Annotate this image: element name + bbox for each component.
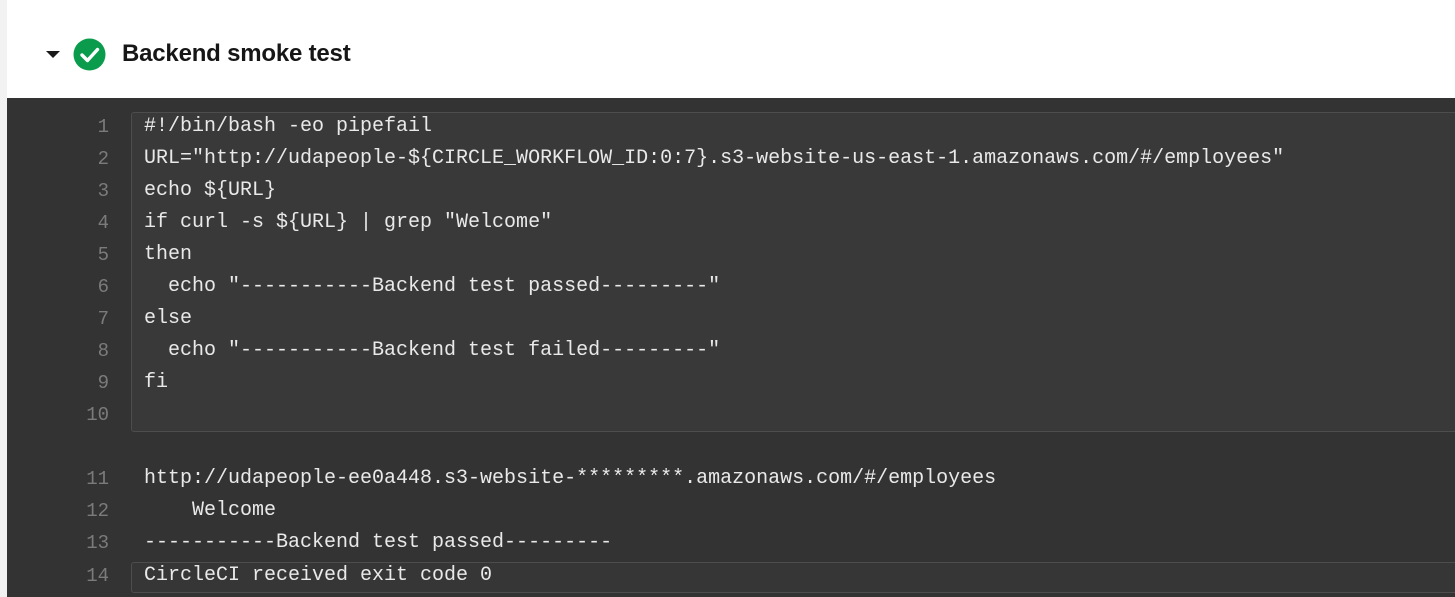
line-number: 14 [86,565,109,587]
output-line: 11 http://udapeople-ee0a448.s3-website-*… [7,463,1455,495]
caret-down-icon[interactable] [39,42,67,66]
output-line: 12 Welcome [7,495,1455,527]
code-line: 8 echo "-----------Backend test failed--… [7,335,1455,367]
code-line: 9 fi [7,367,1455,399]
step-header[interactable]: Backend smoke test [7,0,1455,98]
line-text: echo ${URL} [144,179,277,202]
line-text: echo "-----------Backend test failed----… [144,339,721,362]
terminal-output: 1 #!/bin/bash -eo pipefail 2 URL="http:/… [7,98,1455,597]
line-text: #!/bin/bash -eo pipefail [144,115,433,138]
line-number: 8 [97,340,109,362]
line-number: 9 [97,372,109,394]
line-number: 3 [97,180,109,202]
line-text: echo "-----------Backend test passed----… [144,275,721,298]
output-line: 14 CircleCI received exit code 0 [7,560,1455,592]
output-line: 13 -----------Backend test passed-------… [7,527,1455,559]
line-text: CircleCI received exit code 0 [144,564,493,587]
code-line: 5 then [7,239,1455,271]
left-gutter [0,0,7,597]
code-line: 2 URL="http://udapeople-${CIRCLE_WORKFLO… [7,143,1455,175]
line-text: Welcome [144,499,277,522]
line-text: fi [144,371,169,394]
check-circle-icon [73,38,106,71]
code-line: 10 [7,399,1455,431]
line-number: 5 [97,244,109,266]
line-text: -----------Backend test passed--------- [144,531,613,554]
line-number: 4 [97,212,109,234]
line-number: 1 [97,116,109,138]
line-number: 12 [86,500,109,522]
step-title: Backend smoke test [122,40,351,67]
line-number: 6 [97,276,109,298]
line-number: 11 [86,468,109,490]
line-text: if curl -s ${URL} | grep "Welcome" [144,211,553,234]
line-number: 13 [86,532,109,554]
line-text: http://udapeople-ee0a448.s3-website-****… [144,467,997,490]
line-number: 7 [97,308,109,330]
line-text: URL="http://udapeople-${CIRCLE_WORKFLOW_… [144,147,1285,170]
line-number: 2 [97,148,109,170]
code-line: 7 else [7,303,1455,335]
code-line: 1 #!/bin/bash -eo pipefail [7,111,1455,143]
line-text: else [144,307,193,330]
code-line: 6 echo "-----------Backend test passed--… [7,271,1455,303]
line-text: then [144,243,193,266]
line-number: 10 [86,404,109,426]
code-line: 3 echo ${URL} [7,175,1455,207]
code-line: 4 if curl -s ${URL} | grep "Welcome" [7,207,1455,239]
